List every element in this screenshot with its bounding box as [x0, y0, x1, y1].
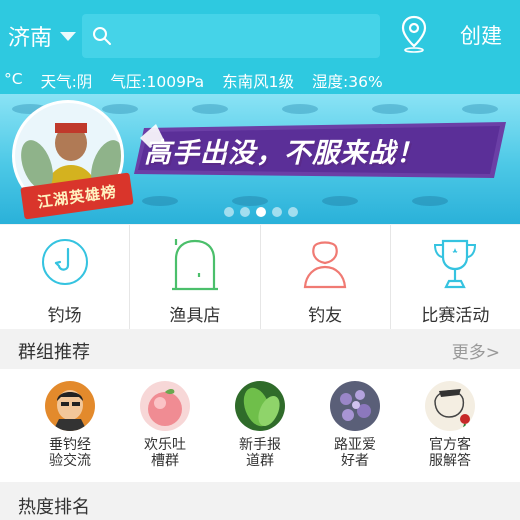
group-name-line2: 道群 [246, 453, 274, 469]
nav-label: 钓场 [47, 306, 82, 326]
groups-section-header: 群组推荐 更多> [0, 329, 520, 369]
group-name-line1: 路亚爱 [334, 437, 376, 453]
ranking-section-header: 热度排名 [0, 484, 520, 520]
group-list: 垂钓经 验交流 欢乐吐 槽群 新手报 道群 路亚爱 好者 官方客 服解答 [0, 369, 520, 482]
group-item[interactable]: 欢乐吐 槽群 [125, 381, 205, 469]
fishhook-icon [41, 239, 88, 285]
temperature-unit: °C [4, 70, 23, 88]
top-header: 济南 创建 °C 天气:阴 气压:1009Pa 东南风1级 湿度:36% [0, 0, 520, 94]
sketch-rose-avatar [425, 381, 475, 431]
group-name-line1: 官方客 [429, 437, 471, 453]
shop-door-icon [171, 239, 218, 291]
nav-label: 比赛活动 [421, 306, 490, 326]
air-pressure: 气压:1009Pa [110, 73, 205, 91]
search-icon [93, 27, 111, 45]
group-name-line1: 欢乐吐 [144, 437, 186, 453]
city-name: 济南 [8, 26, 53, 51]
trophy-icon [434, 239, 477, 289]
humidity: 湿度:36% [312, 73, 383, 91]
more-link[interactable]: 更多> [452, 338, 500, 363]
chevron-down-icon [60, 31, 77, 41]
nav-item-competitions[interactable]: 比赛活动 [391, 225, 520, 329]
section-title: 群组推荐 [18, 342, 90, 363]
nav-item-fishing-friends[interactable]: 钓友 [261, 225, 391, 329]
nav-label: 钓友 [308, 306, 343, 326]
promo-banner[interactable]: 高手出没，不服来战！ 江湖英雄榜 [0, 94, 520, 224]
group-item[interactable]: 官方客 服解答 [410, 381, 490, 469]
location-pin-icon[interactable] [398, 14, 430, 54]
carousel-dots[interactable] [224, 207, 298, 217]
group-name-line2: 服解答 [429, 453, 471, 469]
nav-label: 渔具店 [169, 306, 221, 326]
wind: 东南风1级 [222, 73, 295, 91]
group-item[interactable]: 垂钓经 验交流 [30, 381, 110, 469]
user-icon [303, 241, 347, 289]
group-name-line2: 好者 [341, 453, 369, 469]
group-name-line1: 新手报 [239, 437, 281, 453]
group-item[interactable]: 路亚爱 好者 [315, 381, 395, 469]
purple-flowers-avatar [330, 381, 380, 431]
create-button[interactable]: 创建 [460, 20, 502, 50]
group-name-line2: 验交流 [49, 453, 91, 469]
weather-bar: °C 天气:阴 气压:1009Pa 东南风1级 湿度:36% [4, 70, 383, 92]
peach-avatar [140, 381, 190, 431]
group-name-line1: 垂钓经 [49, 437, 91, 453]
carousel-dot[interactable] [240, 207, 250, 217]
weather-condition: 天气:阴 [40, 73, 93, 91]
city-selector[interactable]: 济南 [8, 20, 77, 52]
nav-item-tackle-shop[interactable]: 渔具店 [130, 225, 261, 329]
search-input[interactable] [82, 14, 380, 58]
section-title: 热度排名 [18, 497, 90, 518]
nav-item-fishing-spot[interactable]: 钓场 [0, 225, 131, 329]
cartoon-man-avatar [45, 381, 95, 431]
carousel-dot[interactable] [288, 207, 298, 217]
group-item[interactable]: 新手报 道群 [220, 381, 300, 469]
leaf-avatar [235, 381, 285, 431]
group-name-line2: 槽群 [151, 453, 179, 469]
category-nav: 钓场 渔具店 钓友 比赛活动 [0, 225, 520, 329]
carousel-dot[interactable] [224, 207, 234, 217]
carousel-dot-active[interactable] [256, 207, 266, 217]
carousel-dot[interactable] [272, 207, 282, 217]
banner-slogan: 高手出没，不服来战！ [144, 138, 424, 169]
